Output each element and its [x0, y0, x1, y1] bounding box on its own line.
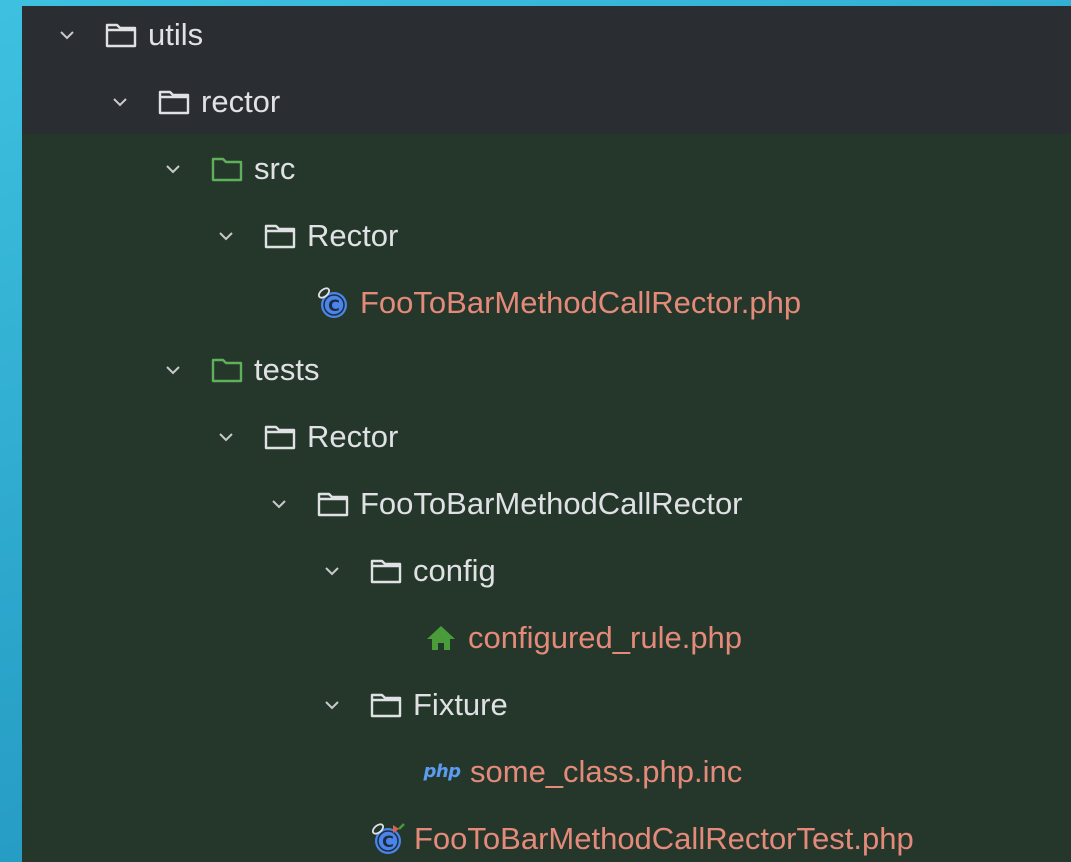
chevron-down-icon[interactable]	[215, 225, 237, 247]
folder-icon	[367, 552, 405, 590]
tree-item-label: Rector	[307, 419, 399, 454]
chevron-down-icon[interactable]	[268, 493, 290, 515]
folder-icon	[367, 686, 405, 724]
tree-item-some-class[interactable]: php some_class.php.inc	[22, 738, 1071, 805]
folder-icon	[261, 418, 299, 456]
chevron-down-icon[interactable]	[162, 359, 184, 381]
php-file-icon: php	[423, 761, 461, 782]
chevron-down-icon[interactable]	[162, 158, 184, 180]
tree-item-label: Fixture	[413, 687, 508, 722]
tree-item-label: FooToBarMethodCallRector	[360, 486, 743, 521]
project-tree: utils rector src Rector C FooToBarMethod…	[22, 6, 1071, 862]
tree-item-label: config	[413, 553, 496, 588]
tree-item-rector-tests[interactable]: Rector	[22, 403, 1071, 470]
home-icon	[422, 619, 460, 657]
php-class-icon: C	[314, 284, 352, 322]
svg-text:C: C	[328, 296, 340, 315]
tree-item-label: FooToBarMethodCallRectorTest.php	[414, 821, 914, 856]
tree-item-label: Rector	[307, 218, 399, 253]
tree-item-label: some_class.php.inc	[470, 754, 743, 789]
tree-item-utils[interactable]: utils	[22, 6, 1071, 68]
project-tree-panel: utils rector src Rector C FooToBarMethod…	[22, 6, 1071, 862]
source-folder-icon	[208, 150, 246, 188]
tree-item-label: utils	[148, 17, 204, 52]
chevron-down-icon[interactable]	[321, 560, 343, 582]
folder-icon	[261, 217, 299, 255]
tree-item-rector-test-file[interactable]: C FooToBarMethodCallRectorTest.php	[22, 805, 1071, 862]
tree-item-configured-rule[interactable]: configured_rule.php	[22, 604, 1071, 671]
source-folder-icon	[208, 351, 246, 389]
tree-item-tests[interactable]: tests	[22, 336, 1071, 403]
tree-item-label: FooToBarMethodCallRector.php	[360, 285, 802, 320]
folder-icon	[102, 16, 140, 54]
tree-item-config[interactable]: config	[22, 537, 1071, 604]
tree-item-rector-src[interactable]: Rector	[22, 202, 1071, 269]
tree-item-rector[interactable]: rector	[22, 68, 1071, 135]
tree-item-label: rector	[201, 84, 281, 119]
tree-item-src[interactable]: src	[22, 135, 1071, 202]
php-test-class-icon: C	[368, 820, 406, 858]
tree-item-fixture[interactable]: Fixture	[22, 671, 1071, 738]
chevron-down-icon[interactable]	[56, 24, 78, 46]
tree-item-rector-class-file[interactable]: C FooToBarMethodCallRector.php	[22, 269, 1071, 336]
folder-icon	[155, 83, 193, 121]
tree-item-rector-test-folder[interactable]: FooToBarMethodCallRector	[22, 470, 1071, 537]
svg-text:C: C	[382, 832, 394, 851]
tree-item-label: tests	[254, 352, 320, 387]
tree-item-label: configured_rule.php	[468, 620, 743, 655]
tree-item-label: src	[254, 151, 296, 186]
chevron-down-icon[interactable]	[321, 694, 343, 716]
chevron-down-icon[interactable]	[109, 91, 131, 113]
chevron-down-icon[interactable]	[215, 426, 237, 448]
folder-icon	[314, 485, 352, 523]
